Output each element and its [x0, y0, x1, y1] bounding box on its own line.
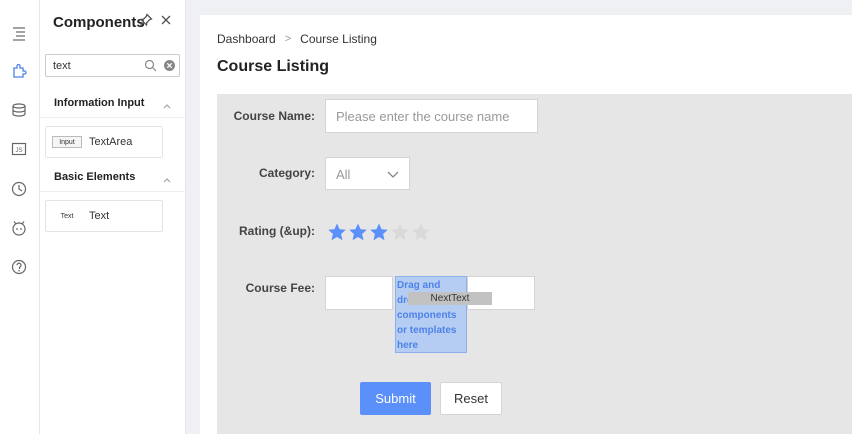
- section-label: Basic Elements: [54, 171, 136, 183]
- breadcrumb: Dashboard > Course Listing: [217, 32, 377, 46]
- page-title: Course Listing: [217, 58, 330, 75]
- course-fee-min-input[interactable]: [325, 276, 393, 310]
- text-thumbnail: Text: [60, 212, 74, 220]
- components-panel: Components Information Input Input TextA…: [40, 0, 186, 434]
- help-icon[interactable]: [9, 257, 29, 277]
- component-label: Text: [89, 210, 110, 222]
- datasource-icon[interactable]: [9, 100, 29, 120]
- textarea-thumbnail: Input: [52, 136, 82, 148]
- section-information-input[interactable]: Information Input: [40, 90, 186, 118]
- dragging-component-chip: NextText: [408, 292, 492, 305]
- category-value: All: [336, 167, 351, 182]
- component-search-input[interactable]: [46, 55, 138, 76]
- breadcrumb-item-course-listing: Course Listing: [300, 32, 377, 46]
- reset-button[interactable]: Reset: [440, 382, 502, 415]
- pin-icon[interactable]: [139, 13, 153, 27]
- assistant-icon[interactable]: [9, 218, 29, 238]
- left-icon-rail: JS: [0, 0, 40, 434]
- component-item-text[interactable]: Text Text: [45, 200, 163, 232]
- course-filter-form: Course Name: Category: All Rating (&up):…: [217, 94, 852, 434]
- course-name-input[interactable]: [325, 99, 538, 133]
- outline-icon[interactable]: [9, 23, 29, 43]
- component-item-textarea[interactable]: Input TextArea: [45, 126, 163, 158]
- section-label: Information Input: [54, 97, 145, 109]
- close-icon[interactable]: [159, 13, 173, 27]
- star-empty-icon[interactable]: [411, 222, 431, 242]
- course-fee-label: Course Fee:: [245, 281, 315, 295]
- clear-search-icon[interactable]: [163, 59, 176, 72]
- component-label: TextArea: [89, 136, 133, 148]
- category-label: Category:: [258, 166, 315, 180]
- js-icon[interactable]: JS: [9, 139, 29, 159]
- panel-title: Components: [53, 14, 145, 31]
- drop-zone[interactable]: Drag and drop components or templates he…: [395, 276, 467, 353]
- star-filled-icon[interactable]: [369, 222, 389, 242]
- course-name-label: Course Name:: [233, 109, 315, 123]
- canvas-page: Dashboard > Course Listing Course Listin…: [200, 15, 852, 434]
- history-icon[interactable]: [9, 179, 29, 199]
- star-filled-icon[interactable]: [327, 222, 347, 242]
- chevron-down-icon: [386, 167, 400, 181]
- star-filled-icon[interactable]: [348, 222, 368, 242]
- breadcrumb-item-dashboard[interactable]: Dashboard: [217, 32, 276, 46]
- breadcrumb-separator: >: [284, 33, 292, 45]
- component-search: [45, 54, 180, 77]
- submit-button[interactable]: Submit: [360, 382, 431, 415]
- star-empty-icon[interactable]: [390, 222, 410, 242]
- rating-stars[interactable]: [327, 222, 432, 242]
- section-basic-elements[interactable]: Basic Elements: [40, 164, 186, 192]
- chevron-up-icon[interactable]: [162, 172, 172, 183]
- chevron-up-icon[interactable]: [162, 98, 172, 109]
- search-icon[interactable]: [144, 59, 157, 72]
- components-icon[interactable]: [9, 61, 29, 81]
- rating-label: Rating (&up):: [239, 224, 315, 238]
- category-select[interactable]: All: [325, 157, 410, 190]
- js-icon-text: JS: [15, 148, 22, 154]
